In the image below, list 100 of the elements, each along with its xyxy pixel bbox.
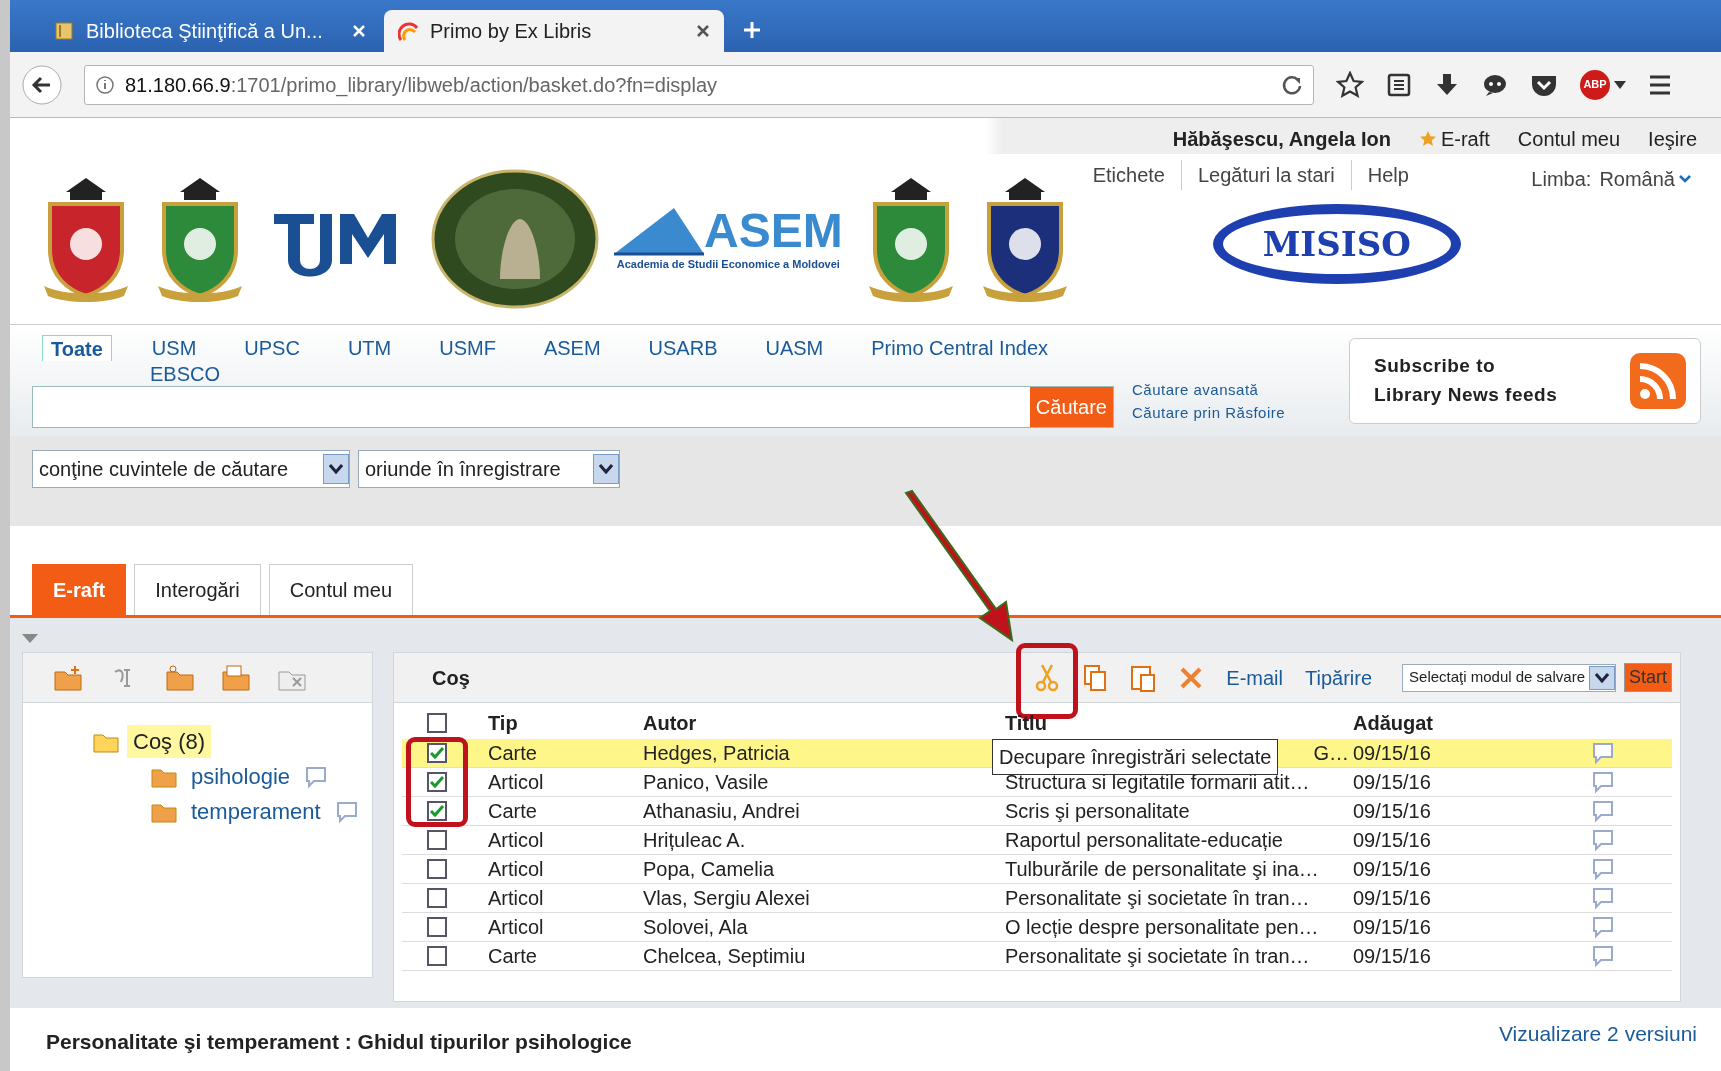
start-button[interactable]: Start <box>1624 663 1672 692</box>
header-link[interactable]: Ieşire <box>1648 124 1697 154</box>
menu-icon[interactable] <box>1648 73 1672 96</box>
header-link[interactable]: E-raft <box>1418 124 1490 154</box>
table-cell-text: Personalitate şi societate în tran… <box>1005 944 1311 969</box>
checkbox[interactable] <box>427 801 447 821</box>
url-text: 81.180.66.9:1701/primo_library/libweb/action/basket.do?fn=display <box>125 72 718 99</box>
new-tab-icon[interactable] <box>742 20 762 40</box>
table-cell-text: 09/15/16 <box>1353 944 1432 969</box>
new-folder-icon[interactable] <box>53 663 83 692</box>
book-icon <box>54 21 76 41</box>
column-header: Titlu <box>1005 711 1048 736</box>
close-tab-icon[interactable] <box>696 24 710 38</box>
table-cell-text: Raportul personalitate-educație <box>1005 828 1284 853</box>
checkbox[interactable] <box>427 713 447 733</box>
caret-icon <box>1614 80 1626 89</box>
table-cell-text: 09/15/16 <box>1353 857 1432 882</box>
table-cell-text: Articol <box>488 915 545 940</box>
filter-dropdown[interactable]: oriunde în înregistrare <box>358 450 620 488</box>
header-link[interactable]: Help <box>1367 160 1409 190</box>
action-link[interactable]: E-mail <box>1226 662 1283 693</box>
table-cell-text: G… <box>1312 741 1349 766</box>
folder-label[interactable]: temperament <box>185 795 327 828</box>
back-icon[interactable] <box>22 64 62 105</box>
triangle-logo-icon <box>614 205 704 256</box>
table-cell-text: Personalitate şi societate în tran… <box>1005 886 1311 911</box>
scope-tab[interactable]: UPSC <box>236 335 308 361</box>
checkbox[interactable] <box>427 946 447 966</box>
list-icon[interactable] <box>1386 71 1412 98</box>
checkbox[interactable] <box>427 859 447 879</box>
table-cell-text: Articol <box>488 770 545 795</box>
table-row[interactable]: Articol Hrițuleac A. Raportul personalitate-educație 09/15/16 <box>402 826 1672 855</box>
table-cell-text: Scris şi personalitate <box>1005 799 1191 824</box>
checkbox[interactable] <box>427 772 447 792</box>
save-mode-dropdown[interactable]: Selectaţi modul de salvare <box>1402 663 1616 692</box>
scope-tab[interactable]: USM <box>143 335 205 361</box>
star-icon[interactable] <box>1336 70 1364 99</box>
chevron-icon <box>1595 672 1609 683</box>
table-row[interactable]: Carte Chelcea, Septimiu Personalitate şi societate în tran… 09/15/16 <box>402 942 1672 971</box>
language-selector[interactable]: Română <box>1599 164 1691 194</box>
table-cell-text: Carte <box>488 741 538 766</box>
table-cell-text: Solovei, Ala <box>643 915 749 940</box>
folder-label[interactable]: Coş (8) <box>127 725 212 758</box>
header-link[interactable]: Contul meu <box>1517 124 1621 154</box>
scope-tab[interactable]: USMF <box>431 335 504 361</box>
scope-tab[interactable]: ASEM <box>535 335 609 361</box>
rss-text: Subscribe to <box>1374 354 1497 378</box>
scope-tab[interactable]: USARB <box>640 335 726 361</box>
address-field[interactable]: 81.180.66.9:1701/primo_library/libweb/action/basket.do?fn=display <box>84 64 1314 105</box>
copy-icon[interactable] <box>1082 662 1109 693</box>
folder-paste-icon[interactable] <box>221 663 251 692</box>
table-cell-text: 09/15/16 <box>1353 799 1432 824</box>
reload-icon[interactable] <box>1281 73 1303 96</box>
page-tab[interactable]: Contul meu <box>268 564 413 615</box>
rss-icon <box>1630 352 1686 409</box>
record-title: Personalitate şi temperament : Ghidul tipurilor psihologice <box>46 1029 632 1055</box>
rss-text: Library News feeds <box>1374 382 1558 407</box>
checkbox[interactable] <box>427 888 447 908</box>
column-header: Adăugat <box>1353 711 1434 736</box>
rainbow-icon <box>398 20 420 42</box>
page-tab[interactable]: Interogări <box>134 564 261 615</box>
table-cell-text: Tulburările de personalitate şi ina… <box>1005 857 1320 882</box>
header-link[interactable]: Legături la stari <box>1197 160 1335 190</box>
table-cell-text: Articol <box>488 886 545 911</box>
tooltip: Decupare înregistrări selectate <box>992 739 1279 775</box>
filter-dropdown[interactable]: conţine cuvintele de căutare <box>32 450 350 488</box>
action-link[interactable]: Tipărire <box>1305 662 1373 693</box>
scope-tab[interactable]: Toate <box>42 335 112 361</box>
search-link[interactable]: Căutare avansată <box>1132 379 1286 402</box>
versions-link[interactable]: Vizualizare 2 versiuni <box>1498 1018 1697 1058</box>
browser-tab[interactable]: Biblioteca Ştiinţifică a Un... <box>40 10 380 52</box>
table-row[interactable]: Articol Solovei, Ala O lecție despre personalitate pen… 09/15/16 <box>402 913 1672 942</box>
scope-tab[interactable]: UTM <box>339 335 400 361</box>
table-cell-text: Hrițuleac A. <box>643 828 747 853</box>
language-label: Limba: <box>1531 167 1592 192</box>
checkbox[interactable] <box>427 830 447 850</box>
checkbox[interactable] <box>427 743 447 763</box>
basket-title: Coş <box>432 665 470 691</box>
table-row[interactable]: Articol Vlas, Sergiu Alexei Personalitate şi societate în tran… 09/15/16 <box>402 884 1672 913</box>
table-cell-text: 09/15/16 <box>1353 886 1432 911</box>
chevron-icon <box>329 464 343 474</box>
folder-label[interactable]: psihologie <box>185 760 297 793</box>
table-cell-text: Popa, Camelia <box>643 857 776 882</box>
table-cell-text: Carte <box>488 944 538 969</box>
checkbox[interactable] <box>427 917 447 937</box>
star-icon <box>1418 130 1437 148</box>
user-name: Hăbăşescu, Angela Ion <box>1172 127 1391 152</box>
scope-tab[interactable]: UASM <box>757 335 832 361</box>
column-header: Tip <box>488 711 519 736</box>
rss-subscribe-card[interactable]: Subscribe to Library News feeds <box>1349 337 1701 424</box>
search-link[interactable]: Căutare prin Răsfoire <box>1132 401 1286 424</box>
table-cell-text: 09/15/16 <box>1353 828 1432 853</box>
scope-tab[interactable]: EBSCO <box>142 361 229 386</box>
scope-tab[interactable]: Primo Central Index <box>863 335 1057 361</box>
table-row[interactable]: Articol Popa, Camelia Tulburările de personalitate şi ina… 09/15/16 <box>402 855 1672 884</box>
column-header: Autor <box>643 711 698 736</box>
table-row[interactable]: Carte Athanasiu, Andrei Scris şi personalitate 09/15/16 <box>402 797 1672 826</box>
header-link[interactable]: Etichete <box>1092 160 1165 190</box>
browser-tab[interactable]: Primo by Ex Libris <box>384 10 724 52</box>
table-cell-text: 09/15/16 <box>1353 741 1432 766</box>
